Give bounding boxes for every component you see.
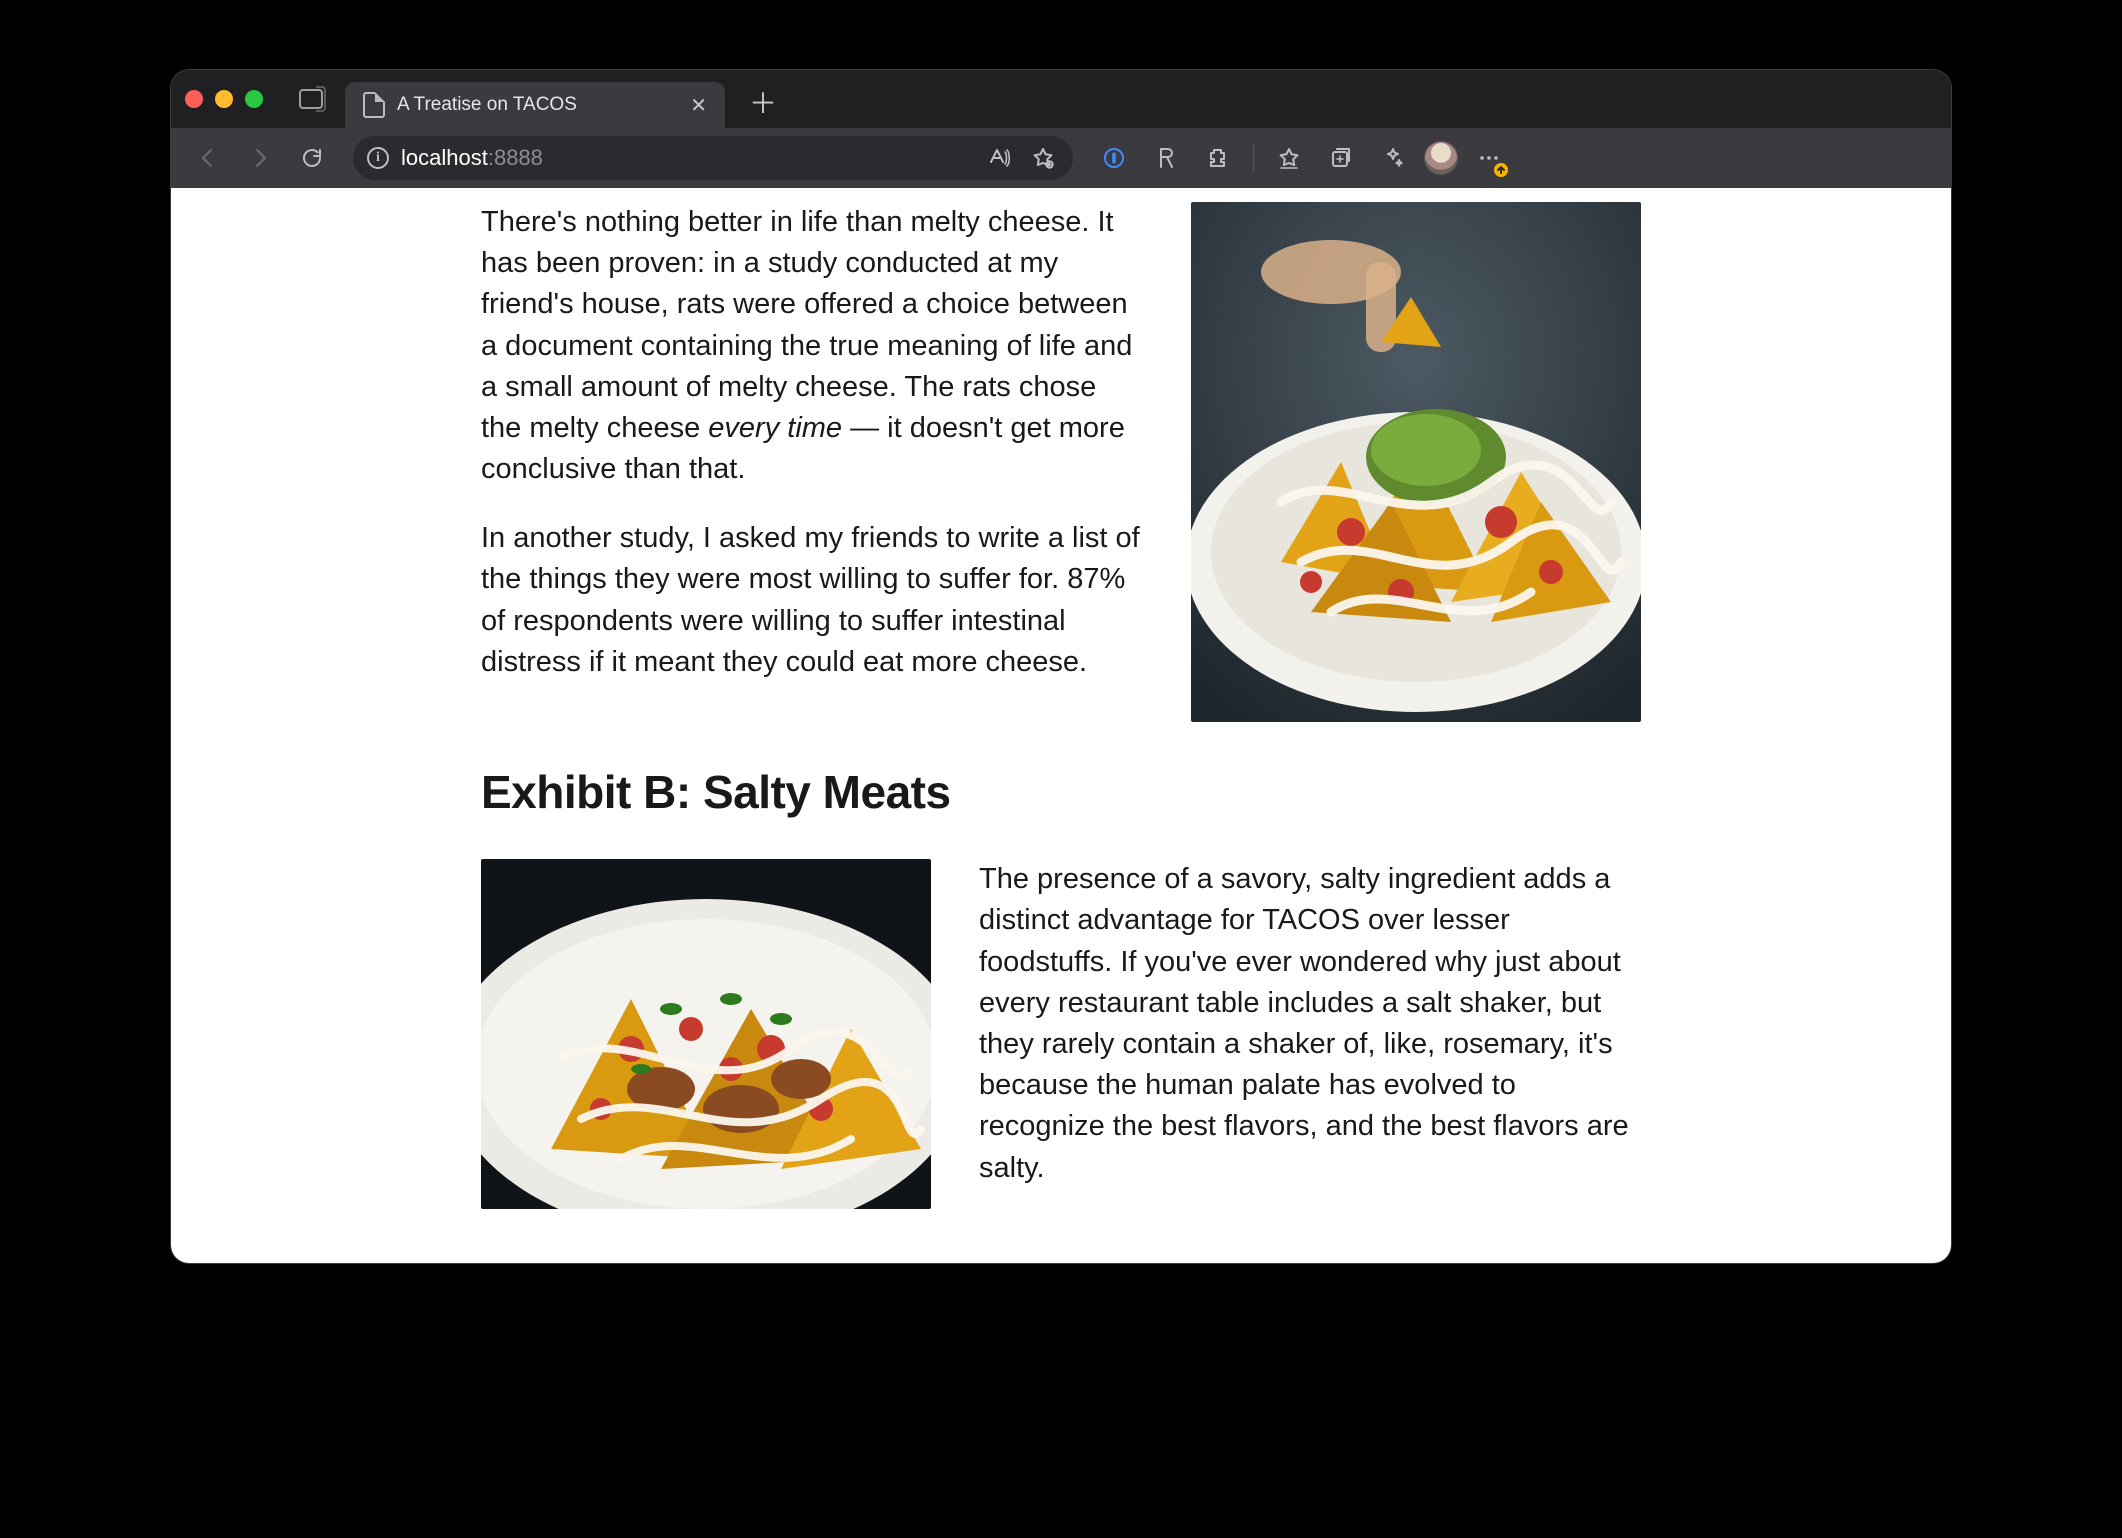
emphasis: every time: [708, 412, 842, 444]
read-aloud-icon[interactable]: [983, 142, 1015, 174]
new-tab-button[interactable]: ＋: [737, 82, 789, 122]
heading-exhibit-b: Exhibit B: Salty Meats: [481, 760, 1641, 825]
site-info-icon[interactable]: i: [367, 147, 389, 169]
paragraph: The presence of a savory, salty ingredie…: [979, 859, 1641, 1188]
address-port: :8888: [488, 145, 543, 170]
nachos-photo-1: [1191, 202, 1641, 722]
extension-readwise-icon[interactable]: [1145, 137, 1187, 179]
page-icon: [363, 92, 385, 118]
section-melty-cheese: There's nothing better in life than melt…: [481, 202, 1641, 722]
window-minimize-button[interactable]: [215, 90, 233, 108]
nav-forward-button[interactable]: [239, 137, 281, 179]
tab-title: A Treatise on TACOS: [397, 94, 678, 116]
paragraph: There's nothing better in life than melt…: [481, 202, 1143, 490]
collections-button[interactable]: [1320, 137, 1362, 179]
extensions-button[interactable]: [1197, 137, 1239, 179]
copilot-icon[interactable]: [1372, 137, 1414, 179]
window-controls: [185, 90, 263, 108]
address-bar[interactable]: i localhost:8888: [353, 136, 1073, 180]
profile-avatar[interactable]: [1424, 141, 1458, 175]
article: There's nothing better in life than melt…: [481, 188, 1641, 1217]
section-salty-meats: The presence of a savory, salty ingredie…: [481, 859, 1641, 1216]
paragraph: In another study, I asked my friends to …: [481, 518, 1143, 683]
browser-window: A Treatise on TACOS ✕ ＋ i localhost:8888: [171, 70, 1951, 1263]
section-melty-text: There's nothing better in life than melt…: [481, 202, 1143, 711]
favorite-star-icon[interactable]: [1027, 142, 1059, 174]
favorites-button[interactable]: [1268, 137, 1310, 179]
text-run: There's nothing better in life than melt…: [481, 206, 1132, 444]
window-zoom-button[interactable]: [245, 90, 263, 108]
tab-strip: A Treatise on TACOS ✕ ＋: [171, 70, 1951, 128]
nachos-photo-2: [481, 859, 931, 1209]
reload-button[interactable]: [291, 137, 333, 179]
tab-close-button[interactable]: ✕: [690, 93, 707, 118]
nav-back-button[interactable]: [187, 137, 229, 179]
toolbar-divider: [1253, 144, 1254, 172]
section-salty-text: The presence of a savory, salty ingredie…: [979, 859, 1641, 1216]
extension-1password-icon[interactable]: [1093, 137, 1135, 179]
update-badge-icon: [1494, 163, 1508, 177]
toolbar: i localhost:8888: [171, 128, 1951, 188]
page-viewport[interactable]: There's nothing better in life than melt…: [171, 188, 1951, 1263]
tab-overview-button[interactable]: [299, 89, 323, 109]
app-menu-button[interactable]: [1468, 137, 1510, 179]
address-host: localhost: [401, 145, 488, 170]
tab-active[interactable]: A Treatise on TACOS ✕: [345, 82, 725, 128]
window-close-button[interactable]: [185, 90, 203, 108]
